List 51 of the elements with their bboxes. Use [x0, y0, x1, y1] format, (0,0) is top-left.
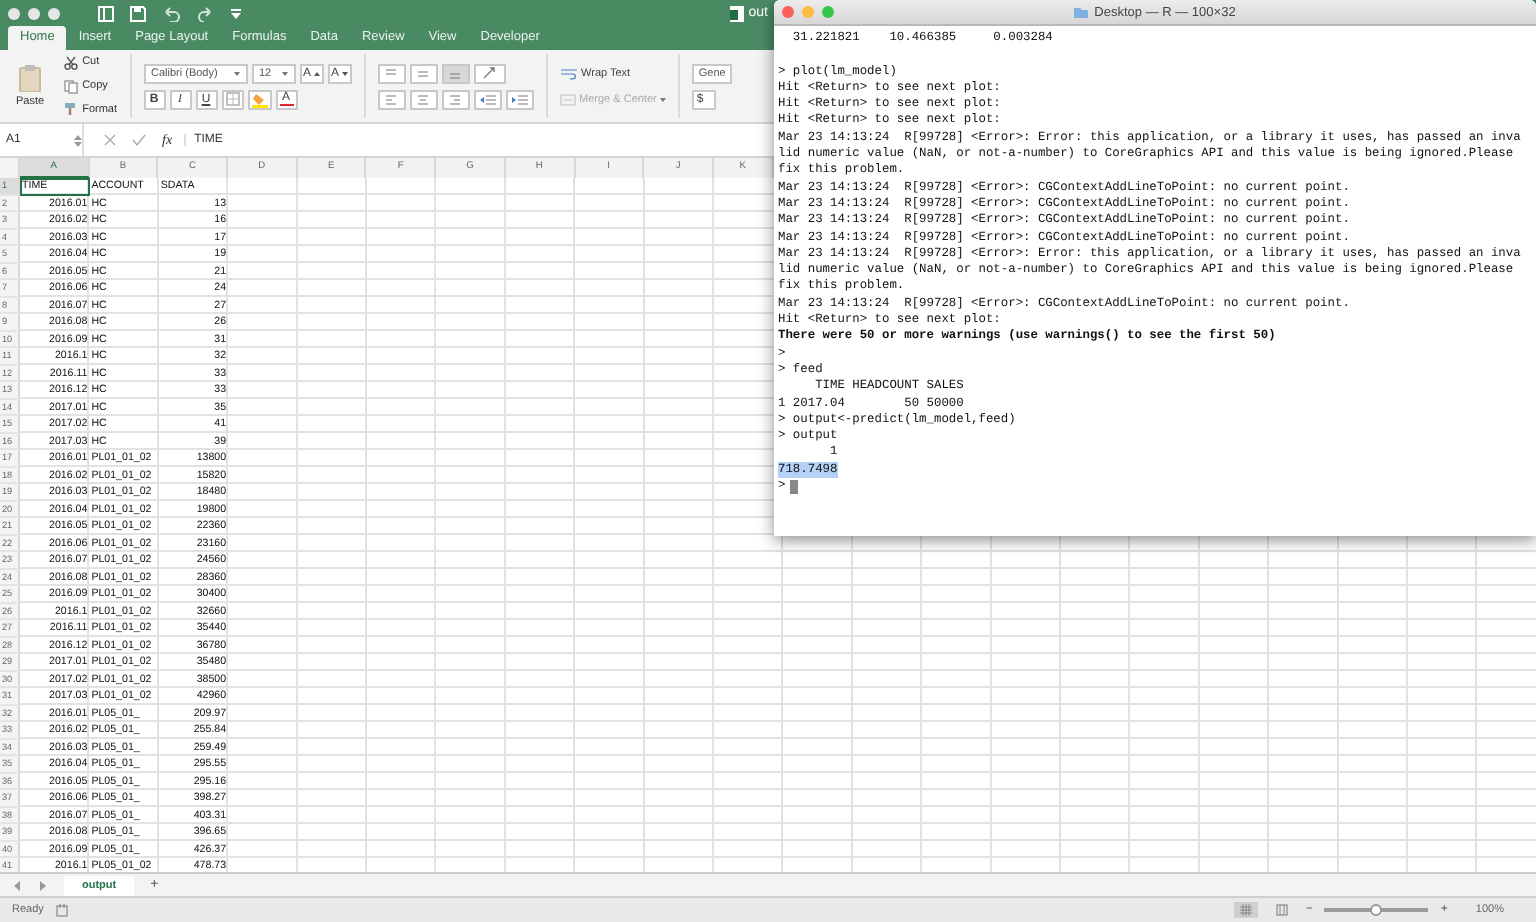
caret-icon	[341, 71, 348, 75]
text-align-button[interactable]	[441, 89, 470, 109]
text-align-button[interactable]	[409, 89, 438, 109]
stepper-icon[interactable]	[74, 133, 82, 147]
orientation-icon	[481, 66, 498, 80]
undo-icon[interactable]	[162, 5, 182, 21]
align-icon	[448, 93, 463, 105]
align-icon	[448, 67, 463, 79]
indent-icon	[511, 93, 528, 105]
orientation-button[interactable]	[473, 63, 506, 83]
indent-icon	[479, 93, 496, 105]
next-icon[interactable]	[38, 879, 48, 891]
normal-view-button[interactable]	[1233, 902, 1258, 918]
customize-icon[interactable]	[230, 7, 242, 19]
decrease-indent-button[interactable]	[473, 89, 502, 109]
folder-icon	[1074, 6, 1089, 18]
check-icon[interactable]	[132, 134, 146, 146]
clipboard-icon	[18, 64, 43, 92]
text-cursor	[789, 479, 798, 494]
macro-icon	[55, 903, 70, 917]
vertical-align-button[interactable]	[409, 63, 438, 83]
caret-up-icon	[313, 71, 320, 75]
scissors-icon	[64, 55, 79, 70]
vertical-align-button[interactable]	[377, 63, 406, 83]
document-icon	[730, 5, 745, 21]
caret-icon	[233, 71, 239, 75]
fill-color-button[interactable]	[247, 89, 271, 109]
page-icon	[1275, 904, 1288, 916]
increase-indent-button[interactable]	[505, 89, 534, 109]
sidebar-icon[interactable]	[98, 5, 114, 21]
align-icon	[384, 67, 399, 79]
save-icon[interactable]	[130, 5, 146, 21]
previous-icon[interactable]	[12, 879, 22, 891]
align-icon	[384, 93, 399, 105]
vertical-align-button[interactable]	[441, 63, 470, 83]
brush-icon	[64, 102, 79, 117]
text-align-button[interactable]	[377, 89, 406, 109]
align-icon	[416, 67, 431, 79]
wrap-icon	[559, 67, 578, 79]
caret-icon	[660, 97, 667, 101]
close-icon[interactable]	[104, 134, 116, 146]
merge-icon	[559, 93, 576, 105]
grid-icon	[1239, 904, 1252, 916]
align-icon	[416, 93, 431, 105]
paint-bucket-icon	[251, 91, 267, 107]
redo-icon[interactable]	[198, 5, 214, 21]
copy-icon	[64, 79, 79, 93]
slider-thumb[interactable]	[1370, 903, 1383, 916]
borders-button[interactable]	[221, 89, 243, 109]
borders-icon	[225, 92, 239, 106]
caret-icon	[281, 71, 287, 75]
